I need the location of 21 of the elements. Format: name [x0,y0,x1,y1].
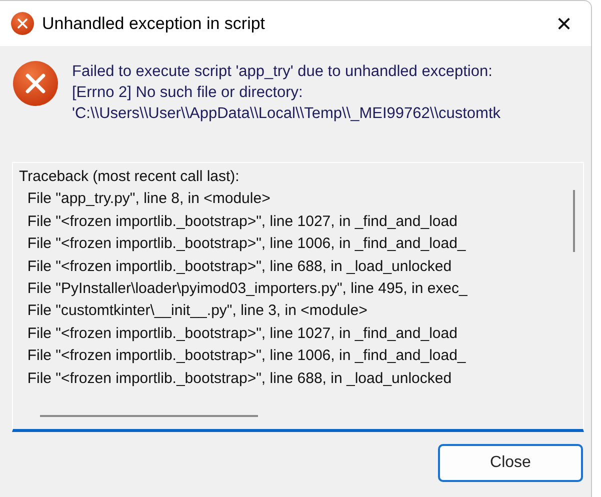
traceback-line: File "<frozen importlib._bootstrap>", line 1027, in _find_and_load [26,324,458,344]
close-button[interactable]: ✕ [541,1,587,46]
traceback-line: File "<frozen importlib._bootstrap>", line 688, in _load_unlocked [26,256,453,277]
error-message-line: 'C:\\Users\\User\\AppData\\Local\\Temp\\_MEI99762\\customtk [72,104,502,124]
error-icon [11,12,34,35]
traceback-line: File "customtkinter\__init__.py", line 3, in <module> [26,301,368,322]
vertical-scrollbar[interactable] [573,190,575,252]
window-title: Unhandled exception in script [42,14,266,34]
error-icon [13,61,58,106]
traceback-line: File "PyInstaller\loader\pyimod03_importers.py", line 495, in exec_ [26,279,468,300]
error-message-line: Failed to execute script 'app_try' due to unhandled exception: [72,62,494,82]
traceback-textbox[interactable] [12,162,584,432]
traceback-line: File "<frozen importlib._bootstrap>", line 1027, in _find_and_load [26,212,458,232]
traceback-line: File "app_try.py", line 8, in <module> [26,189,272,210]
error-message-line: [Errno 2] No such file or directory: [72,83,304,103]
horizontal-scrollbar[interactable] [40,415,258,417]
close-button[interactable]: Close [438,444,583,482]
traceback-line: File "<frozen importlib._bootstrap>", line 1006, in _find_and_load_ [26,346,467,366]
traceback-line: File "<frozen importlib._bootstrap>", line 1006, in _find_and_load_ [26,234,467,254]
traceback-line: Traceback (most recent call last): [19,167,240,187]
traceback-line: File "<frozen importlib._bootstrap>", line 688, in _load_unlocked [26,368,453,389]
